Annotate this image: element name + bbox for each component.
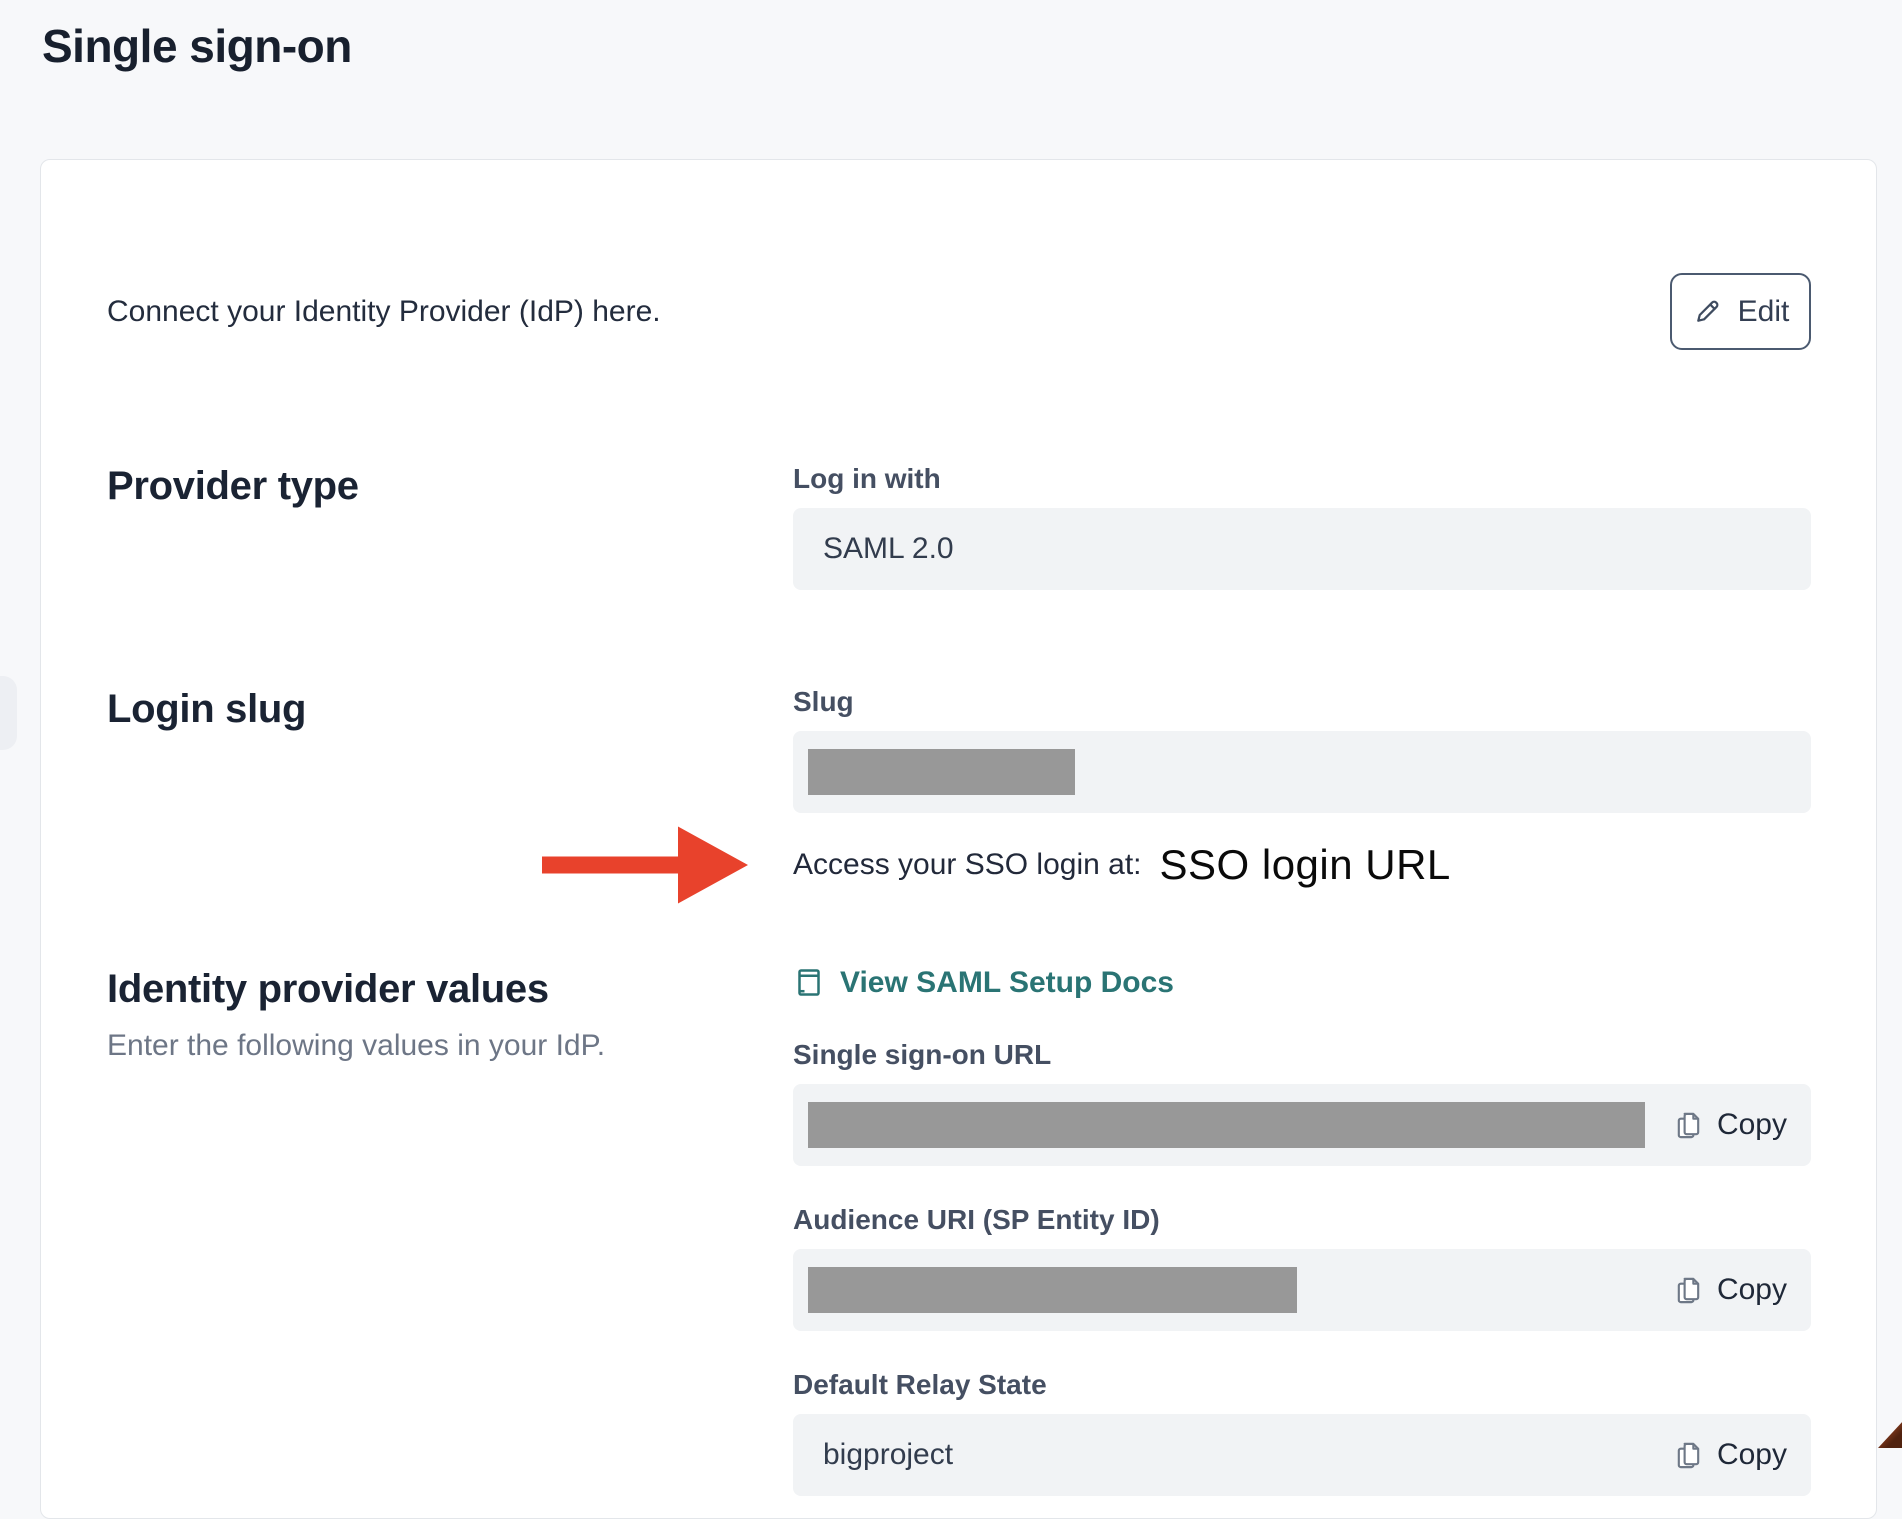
copy-label: Copy bbox=[1717, 1273, 1787, 1307]
slug-redaction-bar bbox=[808, 749, 1075, 795]
copy-icon bbox=[1673, 1275, 1704, 1306]
copy-label: Copy bbox=[1717, 1438, 1787, 1472]
audience-uri-group: Audience URI (SP Entity ID) Copy bbox=[793, 1203, 1811, 1331]
sso-access-row: Access your SSO login at: SSO login URL bbox=[793, 839, 1811, 891]
slug-label: Slug bbox=[793, 685, 1811, 719]
view-saml-docs-link[interactable]: View SAML Setup Docs bbox=[793, 965, 1811, 1001]
copy-icon bbox=[1673, 1110, 1704, 1141]
login-slug-heading: Login slug bbox=[107, 685, 793, 733]
intro-row: Connect your Identity Provider (IdP) her… bbox=[107, 273, 1811, 350]
pencil-icon bbox=[1692, 296, 1723, 327]
provider-type-heading: Provider type bbox=[107, 462, 793, 510]
copy-audience-uri-button[interactable]: Copy bbox=[1673, 1273, 1787, 1307]
relay-state-group: Default Relay State bigproject Copy bbox=[793, 1368, 1811, 1496]
sso-access-note: Access your SSO login at: bbox=[793, 848, 1142, 882]
copy-sso-url-button[interactable]: Copy bbox=[1673, 1108, 1787, 1142]
provider-type-field[interactable]: SAML 2.0 bbox=[793, 508, 1811, 590]
corner-overlay-fragment bbox=[1877, 1421, 1902, 1448]
sso-login-url-annotation: SSO login URL bbox=[1160, 841, 1451, 889]
login-slug-section: Login slug Slug Access your SSO login at… bbox=[107, 685, 1811, 891]
idp-values-subheading: Enter the following values in your IdP. bbox=[107, 1027, 793, 1065]
book-icon bbox=[793, 967, 825, 999]
sso-url-field[interactable]: Copy bbox=[793, 1084, 1811, 1166]
page-title: Single sign-on bbox=[42, 18, 1902, 74]
intro-text: Connect your Identity Provider (IdP) her… bbox=[107, 295, 661, 329]
sso-url-redaction-bar bbox=[808, 1102, 1645, 1148]
edit-button-label: Edit bbox=[1738, 295, 1790, 329]
audience-uri-redaction-bar bbox=[808, 1267, 1297, 1313]
idp-values-heading: Identity provider values bbox=[107, 965, 793, 1013]
copy-label: Copy bbox=[1717, 1108, 1787, 1142]
relay-state-field[interactable]: bigproject Copy bbox=[793, 1414, 1811, 1496]
copy-relay-state-button[interactable]: Copy bbox=[1673, 1438, 1787, 1472]
relay-state-label: Default Relay State bbox=[793, 1368, 1811, 1402]
edit-button[interactable]: Edit bbox=[1670, 273, 1811, 350]
slug-field[interactable] bbox=[793, 731, 1811, 813]
provider-type-value: SAML 2.0 bbox=[808, 532, 954, 566]
provider-type-section: Provider type Log in with SAML 2.0 bbox=[107, 462, 1811, 590]
annotation-arrow-icon bbox=[542, 827, 748, 904]
login-with-label: Log in with bbox=[793, 462, 1811, 496]
sso-url-label: Single sign-on URL bbox=[793, 1038, 1811, 1072]
audience-uri-label: Audience URI (SP Entity ID) bbox=[793, 1203, 1811, 1237]
idp-values-section: Identity provider values Enter the follo… bbox=[107, 965, 1811, 1496]
view-saml-docs-label: View SAML Setup Docs bbox=[840, 966, 1174, 1000]
left-edge-nub bbox=[0, 676, 17, 750]
copy-icon bbox=[1673, 1440, 1704, 1471]
sso-settings-card: Connect your Identity Provider (IdP) her… bbox=[40, 159, 1877, 1519]
relay-state-value: bigproject bbox=[808, 1438, 953, 1472]
sso-url-group: Single sign-on URL Copy bbox=[793, 1038, 1811, 1166]
audience-uri-field[interactable]: Copy bbox=[793, 1249, 1811, 1331]
